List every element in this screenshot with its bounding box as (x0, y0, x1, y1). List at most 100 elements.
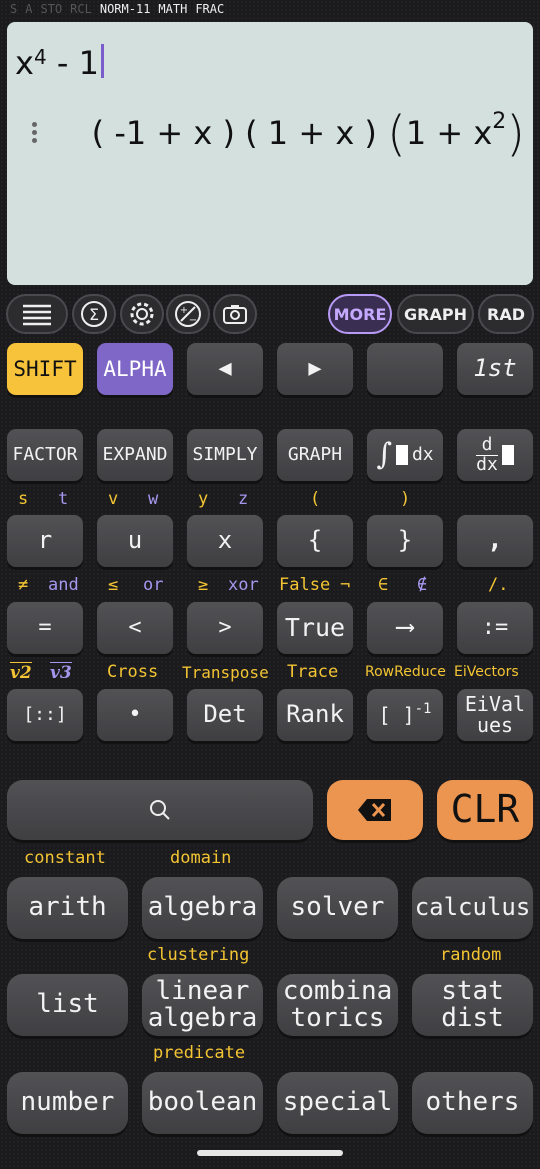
alpha-label-z: z (238, 489, 249, 509)
simply-key[interactable]: SIMPLY (187, 429, 263, 481)
shift-label-s: s (18, 489, 29, 509)
status-s: S (10, 2, 18, 16)
true-key[interactable]: True (277, 602, 353, 654)
svg-text:Σ: Σ (89, 305, 99, 324)
more-button[interactable]: MORE (328, 294, 392, 334)
alpha-label-t: t (58, 489, 69, 509)
cursor-left-key[interactable]: ◀ (187, 343, 263, 395)
matrix-key[interactable]: [::] (7, 689, 83, 741)
calculator-display[interactable]: x4 - 1 ( -1 + x ) ( 1 + x ) (1 + x2) (7, 22, 533, 285)
arith-button[interactable]: arith (7, 877, 128, 939)
derivative-key[interactable]: d dx (457, 429, 533, 481)
more-options-icon[interactable] (32, 122, 38, 146)
gear-icon[interactable] (120, 294, 164, 334)
list-button[interactable]: list (7, 974, 128, 1036)
status-frac: FRAC (195, 2, 225, 16)
trace-label: Trace (287, 662, 339, 682)
shift-label-false: False (279, 575, 331, 595)
rad-button[interactable]: RAD (478, 294, 534, 334)
others-button[interactable]: others (412, 1072, 533, 1134)
status-rcl: RCL (70, 2, 92, 16)
menu-icon[interactable] (6, 294, 68, 334)
stat-dist-button[interactable]: stat dist (412, 974, 533, 1036)
shift-label-less-equal: ≤ (108, 575, 119, 595)
special-button[interactable]: special (277, 1072, 398, 1134)
blank-key[interactable] (367, 343, 443, 395)
x-key[interactable]: x (187, 515, 263, 567)
eivalues-key[interactable]: EiVal ues (457, 689, 533, 741)
less-than-key[interactable]: < (97, 602, 173, 654)
algebra-button[interactable]: algebra (142, 877, 263, 939)
greater-than-key[interactable]: > (187, 602, 263, 654)
shift-label-y: y (198, 489, 209, 509)
clear-button[interactable]: CLR (437, 780, 533, 840)
assign-key[interactable]: := (457, 602, 533, 654)
svg-text:+: + (180, 305, 188, 316)
u-key[interactable]: u (97, 515, 173, 567)
expand-key[interactable]: EXPAND (97, 429, 173, 481)
status-bar: S A STO RCL NORM-11 MATH FRAC (0, 0, 540, 18)
cursor-right-key[interactable]: ▶ (277, 343, 353, 395)
shift-key[interactable]: SHIFT (7, 343, 83, 395)
comma-key[interactable]: ‚ (457, 515, 533, 567)
search-icon (150, 800, 170, 820)
rank-key[interactable]: Rank (277, 689, 353, 741)
shift-label-not-equal: ≠ (18, 575, 29, 595)
r-key[interactable]: r (7, 515, 83, 567)
alpha-label-not: ¬ (340, 575, 351, 595)
transpose-label: Transpose (182, 663, 269, 682)
home-indicator[interactable] (197, 1150, 343, 1156)
random-label: random (440, 945, 502, 965)
result-expression: ( -1 + x ) ( 1 + x ) (1 + x2) (91, 106, 525, 162)
calculus-button[interactable]: calculus (412, 877, 533, 939)
first-key[interactable]: 1st (457, 343, 533, 395)
shift-label-v: v (108, 489, 119, 509)
status-sto: STO (40, 2, 63, 16)
graph-key[interactable]: GRAPH (277, 429, 353, 481)
boolean-button[interactable]: boolean (142, 1072, 263, 1134)
sigma-icon[interactable]: Σ (72, 294, 116, 334)
input-expression[interactable]: x4 - 1 (15, 44, 104, 82)
shift-label-element-of: ∈ (378, 575, 389, 595)
dot-key[interactable]: • (97, 689, 173, 741)
close-brace-key[interactable]: } (367, 515, 443, 567)
status-math: MATH (158, 2, 188, 16)
toolbar: Σ + − MORE GRAPH RAD (0, 292, 540, 336)
shift-label-greater-equal: ≥ (198, 575, 209, 595)
equals-key[interactable]: = (7, 602, 83, 654)
domain-label: domain (170, 848, 232, 868)
combinatorics-button[interactable]: combina torics (277, 974, 398, 1036)
camera-icon[interactable] (213, 294, 257, 334)
solver-button[interactable]: solver (277, 877, 398, 939)
clustering-label: clustering (147, 945, 250, 965)
placeholder-box (395, 445, 408, 465)
linear-algebra-button[interactable]: linear algebra (142, 974, 263, 1036)
status-norm: NORM-11 (99, 2, 151, 16)
open-brace-key[interactable]: { (277, 515, 353, 567)
backspace-icon (358, 799, 391, 821)
alpha-label-or: or (143, 575, 164, 595)
plus-minus-icon[interactable]: + − (166, 294, 210, 334)
arrow-key[interactable]: ⟶ (367, 602, 443, 654)
alpha-label-not-element-of: ∉ (417, 575, 428, 595)
integral-key[interactable]: ∫ dx (367, 429, 443, 481)
text-cursor (100, 44, 104, 78)
factor-key[interactable]: FACTOR (7, 429, 83, 481)
number-button[interactable]: number (7, 1072, 128, 1134)
inverse-key[interactable]: [ ] -1 (367, 689, 443, 741)
placeholder-box (501, 445, 514, 465)
alpha-key[interactable]: ALPHA (97, 343, 173, 395)
backspace-button[interactable] (327, 780, 423, 840)
svg-text:−: − (189, 315, 197, 326)
constant-label: constant (24, 848, 106, 868)
vector2-label: v2 (10, 662, 32, 683)
search-button[interactable] (7, 780, 313, 840)
det-key[interactable]: Det (187, 689, 263, 741)
vector3-label: v3 (50, 662, 72, 683)
rowreduce-label: RowReduce (365, 664, 446, 680)
alpha-label-and: and (48, 575, 79, 595)
status-a: A (25, 2, 33, 16)
alpha-label-xor: xor (228, 575, 259, 595)
predicate-label: predicate (153, 1043, 246, 1063)
graph-mode-button[interactable]: GRAPH (397, 294, 474, 334)
